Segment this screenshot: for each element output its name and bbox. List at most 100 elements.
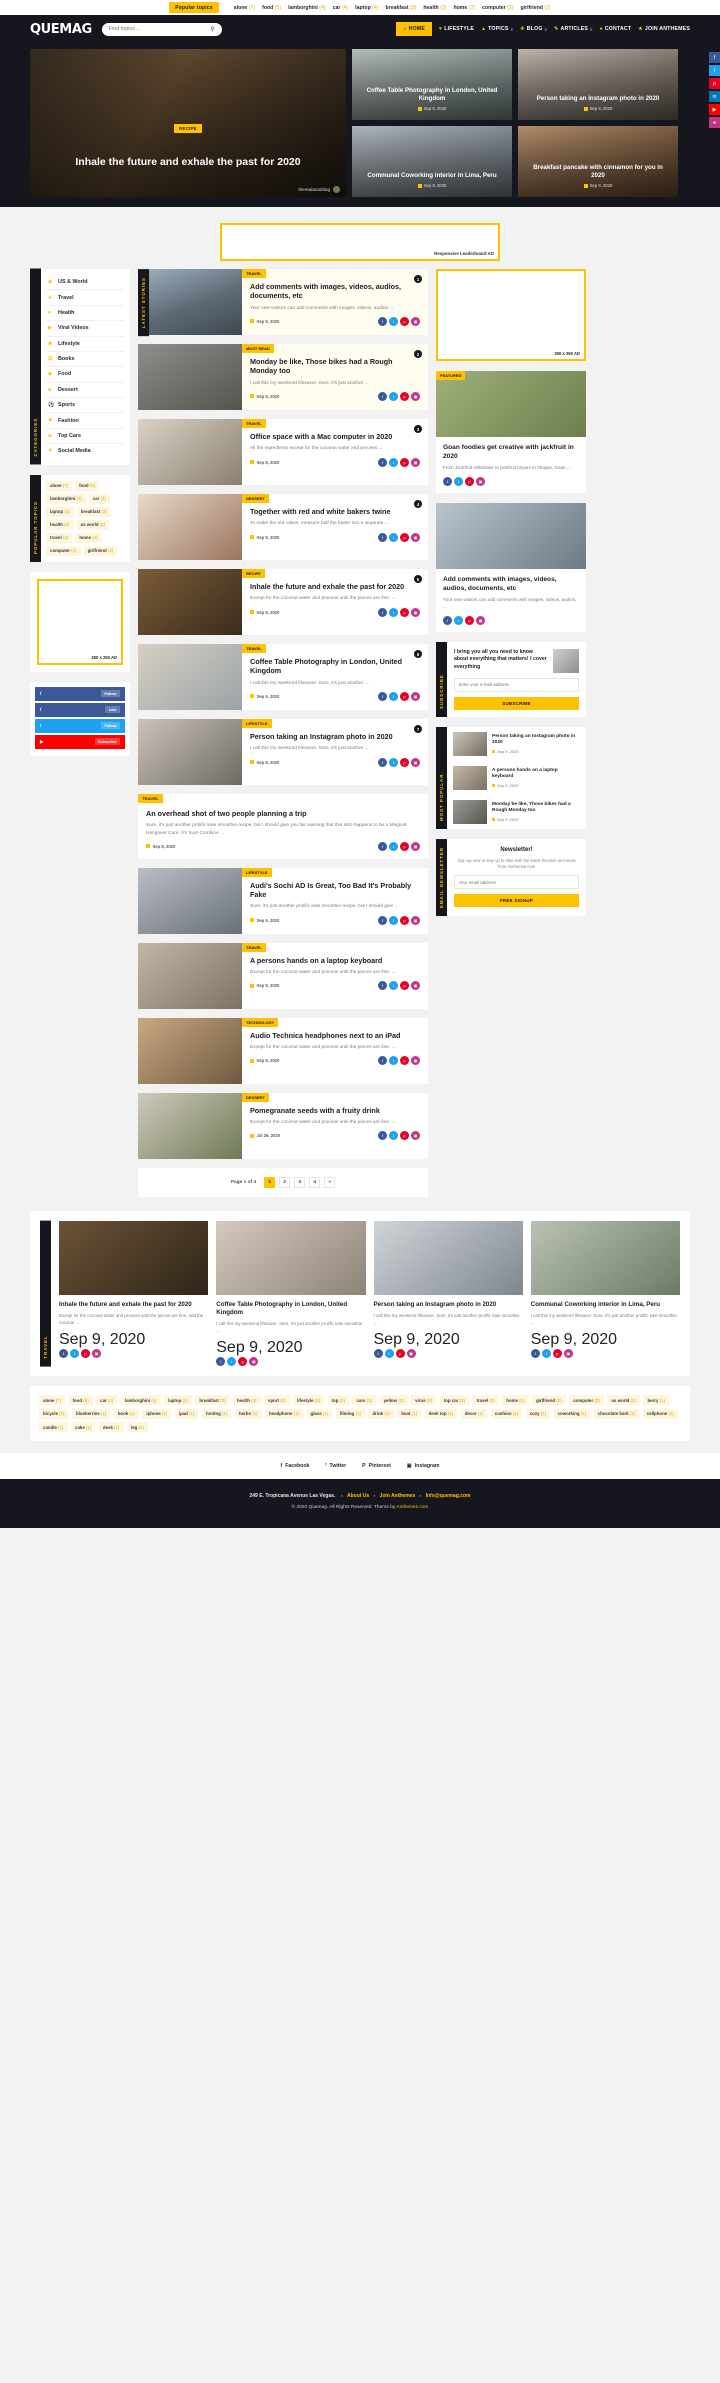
popular-tag-food[interactable]: food (5) (75, 480, 100, 491)
topbar-topic-home[interactable]: home (2) (453, 5, 475, 11)
sidebar-featured-card[interactable]: FEATURED Goan foodies get creative with … (436, 371, 586, 494)
share-buttons[interactable]: f t p ▣ (216, 1357, 365, 1367)
article-card[interactable]: MUST READ 2 Monday be like, Those bikes ha… (138, 344, 428, 410)
cloud-tag-desk[interactable]: desk (1) (98, 1422, 124, 1433)
footer-theme-link[interactable]: Anthemes.com (396, 1505, 428, 1510)
share-facebook-icon[interactable]: f (378, 981, 387, 991)
article-title[interactable]: Add comments with images, videos, audios… (250, 282, 420, 301)
category-item-health[interactable]: ♥ Health (46, 306, 125, 322)
nav-item-contact[interactable]: ● CONTACT (600, 26, 632, 32)
share-instagram-icon[interactable]: ▣ (411, 316, 420, 326)
social-link-twitter[interactable]: ᵗ Twitter (325, 1463, 346, 1469)
search-icon[interactable]: ⚲ (210, 26, 214, 33)
hero-social-icon-1[interactable]: t (709, 65, 720, 76)
cloud-tag-herbs[interactable]: herbs (1) (234, 1408, 262, 1419)
share-instagram-icon[interactable]: ▣ (411, 915, 420, 925)
cloud-tag-ipad[interactable]: ipad (1) (174, 1408, 199, 1419)
hero-card-title[interactable]: Breakfast pancake with cinnamon for you … (528, 164, 668, 180)
share-twitter-icon[interactable]: t (454, 477, 463, 487)
share-pinterest-icon[interactable]: p (81, 1349, 90, 1359)
topbar-topic-alone[interactable]: alone (7) (234, 5, 255, 11)
hero-social-rail[interactable]: f t p in ▶ ● (709, 52, 720, 128)
category-list[interactable]: ⊕ US & World ✈ Travel ♥ Health ▶ Viral Videos ❀ L… (41, 269, 130, 465)
cloud-tag-home[interactable]: home (2) (502, 1395, 529, 1406)
cloud-tag-travel[interactable]: travel (2) (472, 1395, 499, 1406)
cloud-tag-iphone[interactable]: iphone (1) (142, 1408, 172, 1419)
hero-card-title[interactable]: Person taking an Instagram photo in 2020 (528, 95, 668, 103)
nav-item-articles[interactable]: ✎ ARTICLES ≡ (554, 26, 592, 32)
pagination-next[interactable]: » (324, 1176, 336, 1188)
follow-action-button[interactable]: Follow (100, 722, 120, 729)
cloud-tag-candle[interactable]: candle (1) (39, 1422, 68, 1433)
share-instagram-icon[interactable]: ▣ (476, 615, 485, 625)
share-twitter-icon[interactable]: t (384, 1349, 394, 1359)
article-title[interactable]: Coffee Table Photography in London, Unit… (250, 657, 420, 676)
bottom-card-title[interactable]: Communal Coworking interior in Lima, Per… (531, 1301, 680, 1309)
share-twitter-icon[interactable]: t (389, 457, 398, 467)
share-twitter-icon[interactable]: t (389, 607, 398, 617)
hero-card-title[interactable]: Communal Coworking interior in Lima, Per… (362, 172, 502, 180)
article-title[interactable]: Together with red and white bakers twine (250, 507, 420, 516)
article-card[interactable]: DESSERT Pomegranate seeds with a fruity d… (138, 1092, 428, 1159)
popular-tag-us-world[interactable]: us world (2) (76, 519, 110, 530)
cloud-tag-headphone[interactable]: headphone (1) (265, 1408, 304, 1419)
article-title[interactable]: Pomegranate seeds with a fruity drink (250, 1106, 420, 1115)
category-item-social-media[interactable]: ⚘ Social Media (46, 444, 125, 458)
cloud-tag-berry[interactable]: berry (1) (643, 1395, 670, 1406)
category-item-travel[interactable]: ✈ Travel (46, 290, 125, 306)
pagination-links[interactable]: 1 2 3 4» (264, 1176, 336, 1188)
share-facebook-icon[interactable]: f (443, 615, 452, 625)
share-buttons[interactable]: f t p ▣ (59, 1349, 208, 1359)
cloud-tag-health[interactable]: health (3) (232, 1395, 261, 1406)
article-card[interactable]: TRAVEL An overhead shot of two people pla… (138, 794, 428, 859)
share-pinterest-icon[interactable]: p (400, 532, 409, 542)
social-link-pinterest[interactable]: P Pinterest (362, 1463, 391, 1469)
share-twitter-icon[interactable]: t (227, 1357, 237, 1367)
social-footer[interactable]: f Facebook ᵗ Twitter P Pinterest ▣ Instagram (0, 1453, 720, 1480)
share-facebook-icon[interactable]: f (378, 391, 387, 401)
share-pinterest-icon[interactable]: p (400, 1056, 409, 1066)
bottom-card[interactable]: Coffee Table Photography in London, Unit… (216, 1220, 366, 1367)
follow-action-button[interactable]: Like (105, 706, 120, 713)
cloud-tag-lamborghini[interactable]: lamborghini (4) (120, 1395, 161, 1406)
pagination[interactable]: Page 1 of 4 1 2 3 4» (138, 1167, 428, 1197)
popular-tag-lamborghini[interactable]: lamborghini (4) (46, 493, 86, 504)
share-pinterest-icon[interactable]: p (395, 1349, 405, 1359)
share-instagram-icon[interactable]: ▣ (411, 1056, 420, 1066)
cloud-tag-blueberries[interactable]: blueberries (1) (71, 1408, 111, 1419)
tag-cloud[interactable]: alone (7) food (5) car (4) lamborghini (4) l… (30, 1386, 690, 1442)
share-twitter-icon[interactable]: t (389, 841, 398, 851)
share-buttons[interactable]: f t p ▣ (378, 607, 420, 617)
share-facebook-icon[interactable]: f (378, 1056, 387, 1066)
cloud-tag-car[interactable]: car (4) (96, 1395, 118, 1406)
share-pinterest-icon[interactable]: p (400, 316, 409, 326)
square-ad-250[interactable]: 250 x 250 AD (37, 578, 123, 665)
newsletter-email-input[interactable] (454, 875, 579, 890)
share-instagram-icon[interactable]: ▣ (411, 757, 420, 767)
article-title[interactable]: Audi's Sochi AD Is Great, Too Bad It's P… (250, 881, 420, 900)
share-facebook-icon[interactable]: f (443, 477, 452, 487)
article-title[interactable]: Office space with a Mac computer in 2020 (250, 432, 420, 441)
share-pinterest-icon[interactable]: p (238, 1357, 248, 1367)
nav-item-blog[interactable]: ☀ BLOG ≡ (520, 26, 547, 32)
article-title[interactable]: An overhead shot of two people planning … (146, 809, 420, 818)
nav-item-lifestyle[interactable]: ♥ LIFESTYLE (439, 26, 474, 32)
popular-tag-girlfriend[interactable]: girlfriend (2) (83, 545, 118, 556)
share-buttons[interactable]: f t p ▣ (378, 691, 420, 701)
share-twitter-icon[interactable]: t (70, 1349, 79, 1359)
share-pinterest-icon[interactable]: p (400, 457, 409, 467)
share-twitter-icon[interactable]: t (389, 981, 398, 991)
share-facebook-icon[interactable]: f (530, 1349, 540, 1359)
pagination-page-1[interactable]: 1 (264, 1176, 276, 1188)
topbar-topic-lamborghini[interactable]: lamborghini (4) (288, 5, 325, 11)
newsletter-signup-button[interactable]: FREE SIGNUP (454, 894, 579, 908)
topbar-topic-car[interactable]: car (4) (333, 5, 349, 11)
share-buttons[interactable]: f t p ▣ (378, 457, 420, 467)
cloud-tag-cushion[interactable]: cushion (1) (490, 1408, 523, 1419)
cloud-tag-cake[interactable]: cake (1) (71, 1422, 96, 1433)
popular-tag-travel[interactable]: travel (2) (46, 532, 73, 543)
share-instagram-icon[interactable]: ▣ (411, 391, 420, 401)
share-buttons[interactable]: f t p ▣ (530, 1349, 680, 1359)
cloud-tag-desk-top[interactable]: desk top (1) (424, 1408, 458, 1419)
cloud-tag-coworking[interactable]: coworking (1) (553, 1408, 591, 1419)
